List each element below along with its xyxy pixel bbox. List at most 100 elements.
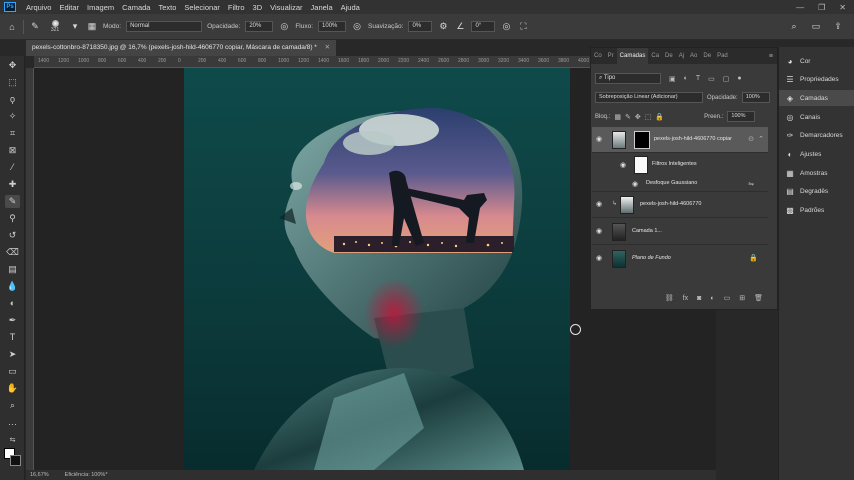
filter-shape-icon[interactable]: ▭ [708, 75, 715, 83]
filter-options-icon[interactable]: ⇋ [748, 180, 754, 188]
dock-item-color[interactable]: ◕ Cor [779, 53, 854, 69]
clone-stamp-tool-icon[interactable]: ⚲ [5, 212, 20, 225]
menu-editar[interactable]: Editar [55, 3, 83, 12]
layer-name[interactable]: pexels-josh-hild-4606770 copiar [654, 136, 732, 142]
menu-janela[interactable]: Janela [307, 3, 337, 12]
brush-panel-icon[interactable]: ▦ [86, 21, 98, 32]
expand-chevron-icon[interactable]: ⌃ [758, 135, 764, 143]
workspace-icon[interactable]: ▭ [810, 21, 822, 32]
blur-tool-icon[interactable]: 💧 [5, 280, 20, 293]
tab-paths[interactable]: De [662, 48, 676, 64]
path-selection-tool-icon[interactable]: ➤ [5, 348, 20, 361]
crop-tool-icon[interactable]: ⌗ [5, 127, 20, 140]
menu-filtro[interactable]: Filtro [224, 3, 249, 12]
delete-layer-icon[interactable]: 🗑 [754, 294, 763, 302]
zoom-tool-icon[interactable]: ⌕ [5, 399, 20, 412]
dock-item-channels[interactable]: ◎ Canais [779, 109, 854, 125]
more-tools-icon[interactable]: ··· [5, 418, 20, 431]
quick-selection-tool-icon[interactable]: ✧ [5, 110, 20, 123]
lock-pixels-icon[interactable]: ✎ [625, 113, 631, 121]
layer-row-josh-hild[interactable]: ◉ ↳ pexels-josh-hild-4606770 [592, 192, 768, 218]
brush-preset-picker[interactable]: 321 [46, 20, 64, 33]
share-icon[interactable]: ⇪ [832, 21, 844, 32]
flow-field[interactable]: 100% [318, 21, 347, 32]
rectangle-tool-icon[interactable]: ▭ [5, 365, 20, 378]
search-icon[interactable]: ⌕ [788, 21, 800, 32]
minimize-button[interactable]: — [796, 3, 804, 12]
tab-layers[interactable]: Camadas [616, 48, 649, 64]
fill-field[interactable]: 100% [727, 111, 756, 122]
document-canvas[interactable] [184, 68, 570, 470]
eyedropper-tool-icon[interactable]: ⁄ [5, 161, 20, 174]
layer-thumbnail[interactable] [612, 131, 626, 149]
tab-channels[interactable]: Ca [648, 48, 662, 64]
eraser-tool-icon[interactable]: ⌫ [5, 246, 20, 259]
layer-row-background[interactable]: ◉ Plano de Fundo 🔒 [592, 246, 768, 272]
lock-artboard-icon[interactable]: ⬚ [645, 113, 652, 121]
type-tool-icon[interactable]: T [5, 331, 20, 344]
lasso-tool-icon[interactable]: ϙ [5, 93, 20, 106]
layer-opacity-field[interactable]: 100% [741, 92, 770, 103]
brush-tool-icon[interactable]: ✎ [5, 195, 20, 208]
symmetry-icon[interactable]: ⛶ [517, 21, 529, 32]
menu-camada[interactable]: Camada [118, 3, 154, 12]
menu-visualizar[interactable]: Visualizar [266, 3, 306, 12]
kind-filter-select[interactable]: ⌕ Tipo [595, 73, 661, 84]
restore-button[interactable]: ❐ [818, 3, 825, 12]
menu-arquivo[interactable]: Arquivo [22, 3, 55, 12]
pen-tool-icon[interactable]: ✒ [5, 314, 20, 327]
dock-item-swatches[interactable]: ▦ Amostras [779, 165, 854, 181]
tab-adjustments[interactable]: Aj [676, 48, 687, 64]
mode-select[interactable]: Normal [126, 21, 203, 32]
filter-type-icon[interactable]: T [696, 75, 700, 82]
zoom-level[interactable]: 16,67% [30, 472, 49, 478]
frame-tool-icon[interactable]: ⊠ [5, 144, 20, 157]
healing-brush-tool-icon[interactable]: ✚ [5, 178, 20, 191]
layer-name[interactable]: pexels-josh-hild-4606770 [640, 201, 701, 207]
new-group-icon[interactable]: ▭ [724, 294, 731, 302]
menu-3d[interactable]: 3D [249, 3, 267, 12]
layer-thumbnail[interactable] [612, 223, 626, 241]
move-tool-icon[interactable]: ✥ [5, 59, 20, 72]
layer-style-icon[interactable]: fx [683, 295, 688, 302]
visibility-eye-icon[interactable]: ◉ [596, 135, 606, 143]
visibility-eye-icon[interactable]: ◉ [596, 200, 606, 208]
brush-tool-icon[interactable]: ✎ [29, 21, 41, 32]
brush-settings-icon[interactable]: ▾ [69, 21, 81, 32]
opacity-field[interactable]: 20% [245, 21, 274, 32]
layer-thumbnail[interactable] [612, 250, 626, 268]
layer-thumbnail[interactable] [620, 196, 634, 214]
document-tab[interactable]: pexels-cottonbro-8718350.jpg @ 16,7% (pe… [26, 40, 337, 56]
adjustment-layer-icon[interactable]: ◐ [710, 295, 714, 302]
visibility-eye-icon[interactable]: ◉ [596, 254, 606, 262]
pressure-opacity-icon[interactable]: ◎ [278, 21, 290, 32]
lock-all-icon[interactable]: 🔒 [655, 113, 664, 121]
visibility-eye-icon[interactable]: ◉ [596, 227, 606, 235]
tab-gradients[interactable]: De [700, 48, 714, 64]
dock-item-gradients[interactable]: ▤ Degradês [779, 183, 854, 199]
marquee-tool-icon[interactable]: ⬚ [5, 76, 20, 89]
angle-field[interactable]: 0° [471, 21, 496, 32]
menu-texto[interactable]: Texto [154, 3, 180, 12]
dock-item-paths[interactable]: ✑ Demarcadores [779, 127, 854, 143]
add-mask-icon[interactable]: ◙ [697, 295, 701, 302]
smoothing-settings-gear-icon[interactable]: ⚙ [437, 21, 449, 32]
efficiency-status[interactable]: Eficiência: 100%* [65, 472, 108, 478]
close-button[interactable]: ✕ [839, 3, 846, 12]
layer-row-camada-1[interactable]: ◉ Camada 1... [592, 219, 768, 245]
tab-properties[interactable]: Pr [605, 48, 617, 64]
filter-pixel-icon[interactable]: ▣ [669, 75, 676, 83]
airbrush-icon[interactable]: ◎ [351, 21, 363, 32]
menu-ajuda[interactable]: Ajuda [337, 3, 364, 12]
new-layer-icon[interactable]: ⊞ [739, 294, 745, 302]
dock-item-properties[interactable]: ☰ Propriedades [779, 71, 854, 87]
menu-selecionar[interactable]: Selecionar [180, 3, 223, 12]
menu-imagem[interactable]: Imagem [83, 3, 118, 12]
visibility-eye-icon[interactable]: ◉ [632, 180, 642, 188]
panel-menu-icon[interactable]: ≡ [769, 53, 777, 60]
tab-swatches[interactable]: Ao [687, 48, 700, 64]
layer-row-gaussian-blur[interactable]: ◉ Desfoque Gaussiano ⇋ [592, 176, 768, 192]
filter-toggle-icon[interactable]: ● [737, 75, 741, 82]
dodge-tool-icon[interactable]: ◐ [5, 297, 20, 310]
pressure-size-icon[interactable]: ◎ [500, 21, 512, 32]
